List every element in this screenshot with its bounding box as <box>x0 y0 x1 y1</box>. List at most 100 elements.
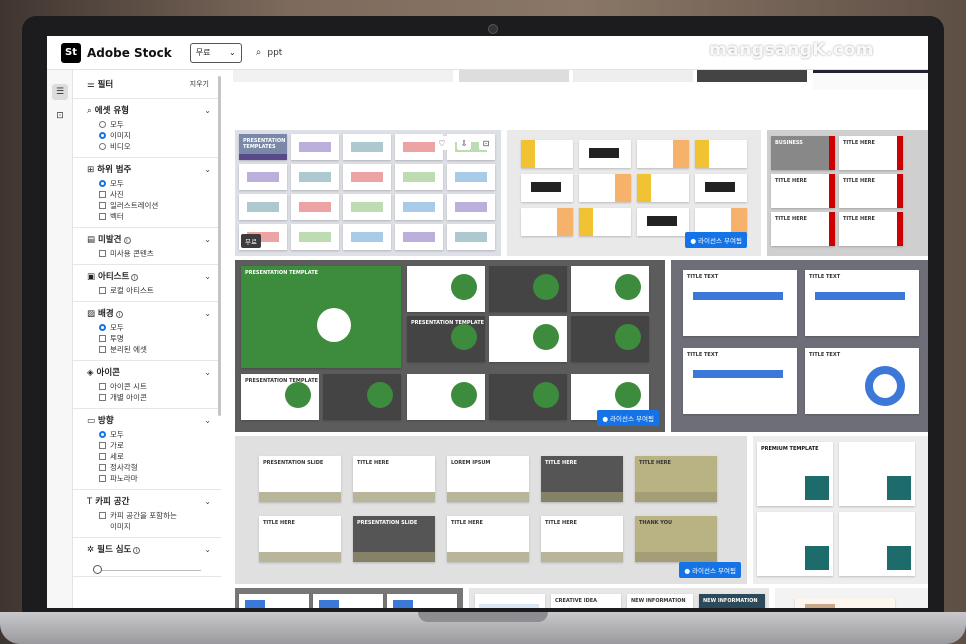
filter-option[interactable]: 이미지 <box>99 130 211 141</box>
filter-option[interactable]: 모두 <box>99 429 211 440</box>
filter-option[interactable]: 로컬 아티스트 <box>99 285 211 296</box>
radio-button[interactable] <box>99 324 106 331</box>
filter-option[interactable]: 이미지 <box>99 521 211 532</box>
info-icon[interactable]: i <box>115 311 123 318</box>
checkbox[interactable] <box>99 453 106 460</box>
filter-option[interactable]: 모두 <box>99 178 211 189</box>
chevron-down-icon[interactable]: ⌄ <box>204 235 211 244</box>
filter-option[interactable]: 분리된 에셋 <box>99 344 211 355</box>
watermark: mangsangK.com <box>709 40 874 60</box>
filter-option[interactable]: 벡터 <box>99 211 211 222</box>
checkbox[interactable] <box>99 191 106 198</box>
result-tile[interactable] <box>233 70 453 82</box>
filter-section-header[interactable]: T 카피 공간 ⌄ <box>87 495 211 508</box>
result-tile[interactable] <box>573 70 693 82</box>
radio-button[interactable] <box>99 431 106 438</box>
checkbox[interactable] <box>99 442 106 449</box>
result-tile[interactable]: CREATIVE IDEA NEW INFORMATION NEW INFORMAT… <box>469 588 769 608</box>
chevron-down-icon[interactable]: ⌄ <box>204 545 211 554</box>
filter-option[interactable]: 비디오 <box>99 141 211 152</box>
search-input[interactable]: ppt <box>267 48 282 58</box>
checkbox[interactable] <box>99 335 106 342</box>
radio-button[interactable] <box>99 180 106 187</box>
checkbox[interactable] <box>99 213 106 220</box>
radio-button[interactable] <box>99 132 106 139</box>
result-tile[interactable] <box>235 588 463 608</box>
info-icon[interactable]: i <box>123 237 131 244</box>
result-tile[interactable] <box>775 588 928 608</box>
filter-section-header[interactable]: ▨ 배경 i ⌄ <box>87 307 211 320</box>
chevron-down-icon[interactable]: ⌄ <box>204 497 211 506</box>
save-icon[interactable]: ⊡ <box>479 136 493 150</box>
filter-section-header[interactable]: ▭ 방향 ⌄ <box>87 414 211 427</box>
filter-option[interactable]: 파노라마 <box>99 473 211 484</box>
slide-accent <box>531 182 561 192</box>
filter-option[interactable]: 카피 공간을 포함하는 <box>99 510 211 521</box>
slide-thumbnail <box>387 594 457 608</box>
filter-option[interactable]: 세로 <box>99 451 211 462</box>
chevron-down-icon[interactable]: ⌄ <box>204 368 211 377</box>
filter-option[interactable]: 일러스트레이션 <box>99 200 211 211</box>
visual-search-icon[interactable]: ⊡ <box>52 108 68 124</box>
checkbox[interactable] <box>99 287 106 294</box>
chevron-down-icon[interactable]: ⌄ <box>204 416 211 425</box>
filter-option[interactable]: 모두 <box>99 322 211 333</box>
chevron-down-icon[interactable]: ⌄ <box>204 309 211 318</box>
checkbox[interactable] <box>99 202 106 209</box>
slide-thumbnail <box>579 208 631 236</box>
info-icon[interactable]: i <box>133 547 141 554</box>
logo-mark: St <box>61 42 81 63</box>
checkbox[interactable] <box>99 383 106 390</box>
radio-button[interactable] <box>99 121 106 128</box>
sidebar-scrollbar[interactable] <box>218 76 221 416</box>
slider-handle[interactable] <box>93 565 102 574</box>
heart-icon[interactable]: ♡ <box>435 136 449 150</box>
checkbox[interactable] <box>99 464 106 471</box>
result-tile[interactable]: TITLE TEXT TITLE TEXT TITLE TEXT TITLE TEXT <box>671 260 928 432</box>
radio-button[interactable] <box>99 143 106 150</box>
depth-slider[interactable] <box>93 559 201 574</box>
filter-option[interactable]: 개별 아이콘 <box>99 392 211 403</box>
filter-option[interactable]: 가로 <box>99 440 211 451</box>
slide-thumbnail <box>637 208 689 236</box>
filter-option[interactable]: 아이콘 시트 <box>99 381 211 392</box>
checkbox[interactable] <box>99 394 106 401</box>
result-tile[interactable] <box>697 70 807 82</box>
filter-section-header[interactable]: ▣ 아티스트 i ⌄ <box>87 270 211 283</box>
filter-section-header[interactable]: ✲ 필드 심도 i ⌄ <box>87 543 211 556</box>
result-tile[interactable]: PRESENTATION TEMPLATES 무료 ♡ ⇩ ⊡ <box>235 130 501 256</box>
filter-option[interactable]: 모두 <box>99 119 211 130</box>
checkbox[interactable] <box>99 250 106 257</box>
slide-thumbnail: NEW INFORMATION <box>627 594 693 608</box>
download-icon[interactable]: ⇩ <box>457 136 471 150</box>
result-tile[interactable]: PRESENTATION SLIDE TITLE HERE LOREM IPSUM T… <box>235 436 747 584</box>
filter-section-header[interactable]: ⊞ 하위 범주 ⌄ <box>87 163 211 176</box>
result-tile[interactable] <box>459 70 569 82</box>
checkbox[interactable] <box>99 512 106 519</box>
clear-filters-link[interactable]: 지우기 <box>190 79 209 89</box>
filter-toggle-icon[interactable]: ☰ <box>52 84 68 100</box>
slide-text: TITLE HERE <box>263 520 295 526</box>
checkbox[interactable] <box>99 346 106 353</box>
filter-section-header[interactable]: ▤ 미발견 i ⌄ <box>87 233 211 246</box>
result-tile[interactable] <box>813 70 928 90</box>
chevron-down-icon[interactable]: ⌄ <box>204 165 211 174</box>
result-tile[interactable]: PREMIUM TEMPLATE <box>753 436 928 584</box>
checkbox[interactable] <box>99 475 106 482</box>
asset-scope-select[interactable]: 무료 ⌄ <box>189 42 242 63</box>
result-tile[interactable]: BUSINESS TITLE HERE TITLE HERE TITLE HERE TI… <box>767 130 928 256</box>
filter-option[interactable]: 투명 <box>99 333 211 344</box>
slide-accent <box>693 292 783 300</box>
filter-section-header[interactable]: ⌕ 에셋 유형 ⌄ <box>87 104 211 117</box>
adobe-stock-logo[interactable]: St Adobe Stock <box>61 42 172 63</box>
filter-option[interactable]: 정사각형 <box>99 462 211 473</box>
chevron-down-icon[interactable]: ⌄ <box>204 106 211 115</box>
filter-option[interactable]: 미사용 콘텐츠 <box>99 248 211 259</box>
info-icon[interactable]: i <box>131 274 139 281</box>
chevron-down-icon[interactable]: ⌄ <box>204 272 211 281</box>
filter-option[interactable]: 사진 <box>99 189 211 200</box>
result-tile[interactable]: PRESENTATION TEMPLATE PRESENTATION TEMPLA… <box>235 260 665 432</box>
diamond-icon: ◈ <box>87 368 94 378</box>
filter-section-header[interactable]: ◈ 아이콘 ⌄ <box>87 366 211 379</box>
result-tile[interactable]: ● 라이선스 부여됨 <box>507 130 761 256</box>
